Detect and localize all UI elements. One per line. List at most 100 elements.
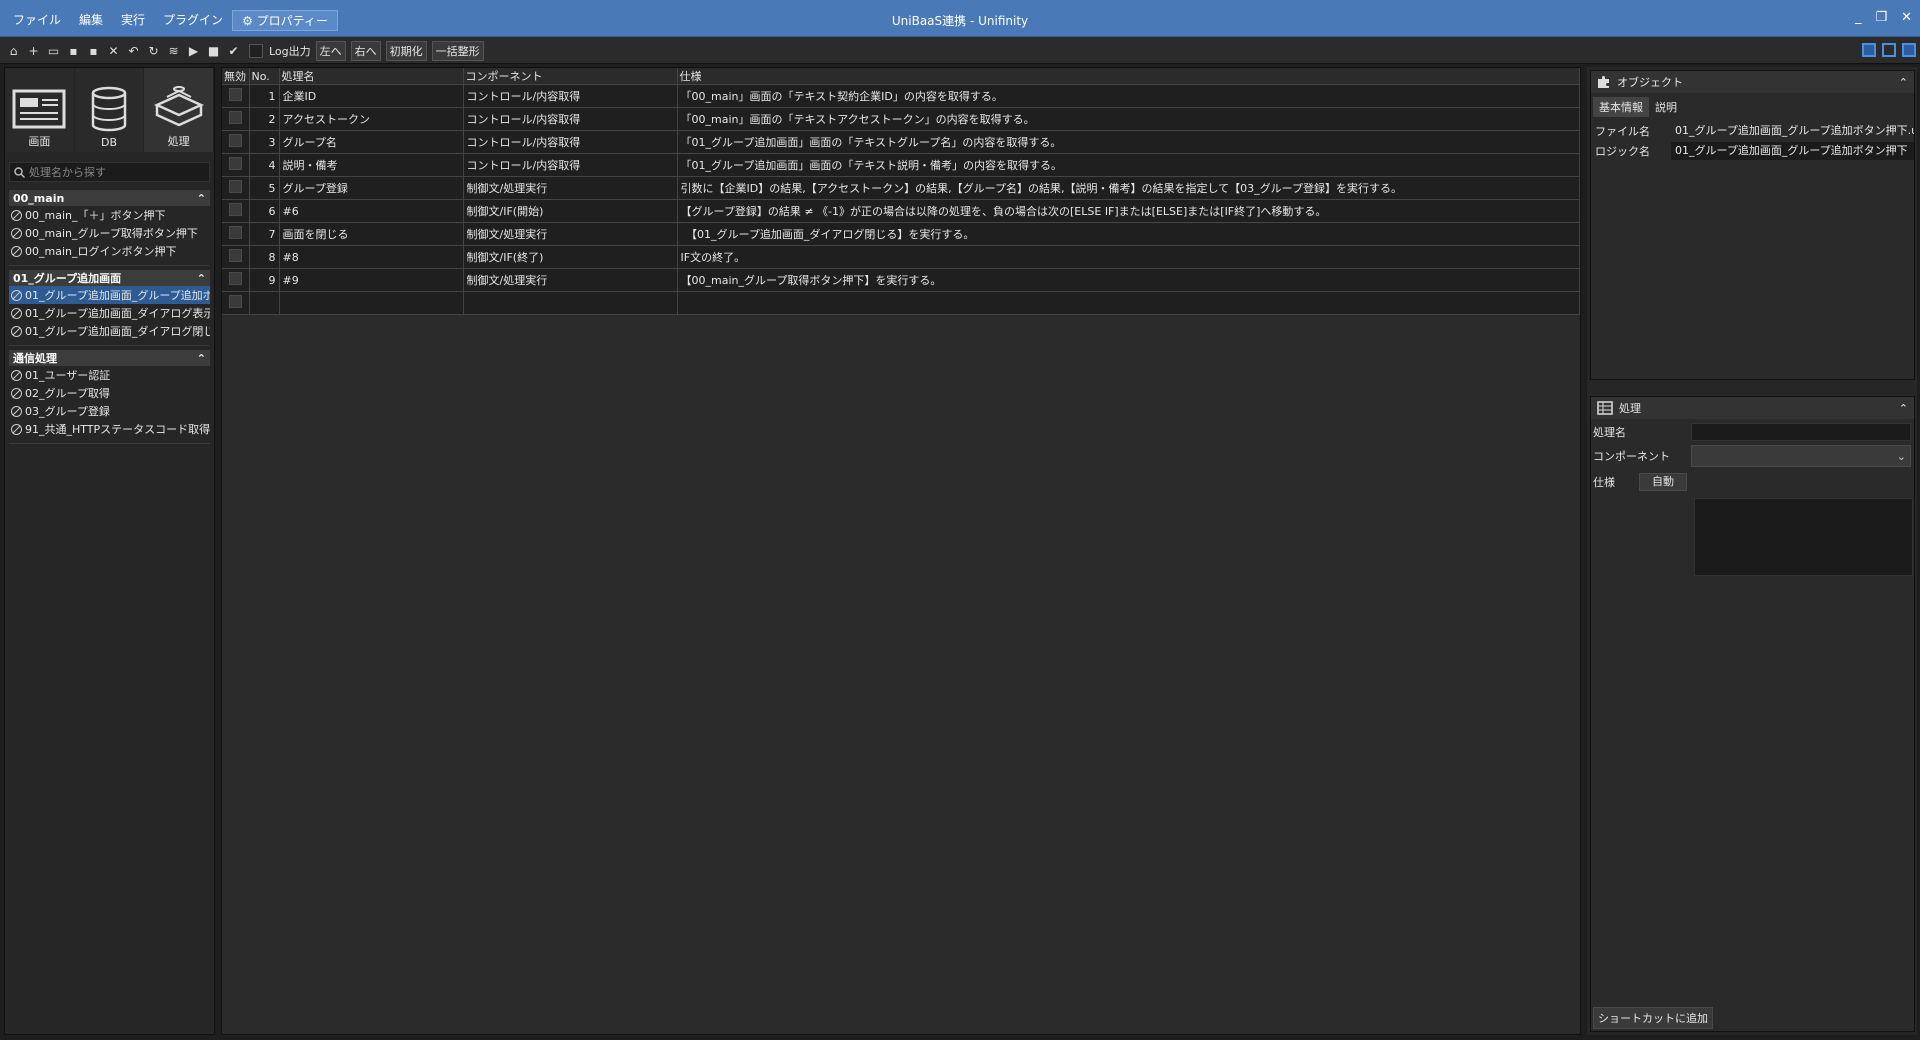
table-row[interactable]: 2 アクセストークン コントロール/内容取得 「00_main」画面の「テキストアクセ… xyxy=(222,107,1580,131)
row-component[interactable]: 制御文/IF(開始) xyxy=(463,199,678,223)
row-spec[interactable]: 引数に【企業ID】の結果,【アクセストークン】の結果,【グループ名】の結果,【説… xyxy=(677,176,1580,200)
tab-description[interactable]: 説明 xyxy=(1649,97,1683,117)
disabled-checkbox[interactable] xyxy=(228,111,242,124)
initialize-button[interactable]: 初期化 xyxy=(385,41,427,61)
row-spec[interactable]: 【01_グループ追加画面_ダイアログ閉じる】を実行する。 xyxy=(677,222,1580,246)
row-component[interactable]: コントロール/内容取得 xyxy=(463,107,678,131)
row-name[interactable]: 企業ID xyxy=(279,84,464,108)
list-item[interactable]: 00_main_「＋」ボタン押下 xyxy=(9,206,210,224)
row-component[interactable]: 制御文/処理実行 xyxy=(463,268,678,292)
row-component[interactable] xyxy=(463,291,678,315)
open-folder-icon[interactable]: ▭ xyxy=(45,43,62,60)
row-spec[interactable] xyxy=(677,291,1580,315)
minimize-icon[interactable]: _ xyxy=(1855,10,1862,25)
auto-button[interactable]: 自動 xyxy=(1639,473,1687,491)
row-name[interactable]: 画面を閉じる xyxy=(279,222,464,246)
table-row[interactable]: 5 グループ登録 制御文/処理実行 引数に【企業ID】の結果,【アクセストークン】の結… xyxy=(222,176,1580,200)
tab-basic-info[interactable]: 基本情報 xyxy=(1593,97,1649,117)
row-spec[interactable]: 【グループ登録】の結果 ≠ 《-1》が正の場合は以降の処理を、負の場合は次の[E… xyxy=(677,199,1580,223)
group-header-communication[interactable]: 通信処理 ⌃ xyxy=(9,350,210,366)
disabled-checkbox-cell[interactable] xyxy=(222,153,250,177)
row-name[interactable]: #8 xyxy=(279,245,464,269)
disabled-checkbox-cell[interactable] xyxy=(222,130,250,154)
list-item[interactable]: 00_main_ログインボタン押下 xyxy=(9,242,210,260)
list-item[interactable]: 01_グループ追加画面_ダイアログ閉じる xyxy=(9,322,210,340)
disabled-checkbox[interactable] xyxy=(228,272,242,285)
menu-edit[interactable]: 編集 xyxy=(70,10,112,31)
row-component[interactable]: コントロール/内容取得 xyxy=(463,84,678,108)
disabled-checkbox[interactable] xyxy=(228,249,242,262)
disabled-checkbox[interactable] xyxy=(228,203,242,216)
layout-right-icon[interactable] xyxy=(1902,43,1916,57)
row-spec[interactable]: 【00_main_グループ取得ボタン押下】を実行する。 xyxy=(677,268,1580,292)
table-row[interactable]: 8 #8 制御文/IF(終了) IF文の終了。 xyxy=(222,245,1580,269)
table-row[interactable]: 3 グループ名 コントロール/内容取得 「01_グループ追加画面」画面の「テキストグル… xyxy=(222,130,1580,154)
disabled-checkbox-cell[interactable] xyxy=(222,245,250,269)
table-row[interactable] xyxy=(222,291,1580,315)
list-item[interactable]: 02_グループ取得 xyxy=(9,384,210,402)
restore-icon[interactable]: ❐ xyxy=(1875,10,1887,25)
row-component[interactable]: 制御文/処理実行 xyxy=(463,222,678,246)
refresh-icon[interactable]: ↻ xyxy=(145,43,162,60)
save-all-icon[interactable]: ▪ xyxy=(85,43,102,60)
table-row[interactable]: 4 説明・備考 コントロール/内容取得 「01_グループ追加画面」画面の「テキスト説明… xyxy=(222,153,1580,177)
row-name[interactable]: グループ名 xyxy=(279,130,464,154)
chevron-up-icon[interactable]: ⌃ xyxy=(1899,402,1908,415)
disabled-checkbox[interactable] xyxy=(228,295,242,308)
row-name[interactable]: グループ登録 xyxy=(279,176,464,200)
row-component[interactable]: 制御文/IF(終了) xyxy=(463,245,678,269)
list-item[interactable]: 01_グループ追加画面_ダイアログ表示 xyxy=(9,304,210,322)
menu-property[interactable]: ⚙ プロパティー xyxy=(232,10,338,31)
list-item[interactable]: 01_ユーザー認証 xyxy=(9,366,210,384)
list-item[interactable]: 03_グループ登録 xyxy=(9,402,210,420)
disabled-checkbox-cell[interactable] xyxy=(222,176,250,200)
row-no[interactable]: 5 xyxy=(249,176,280,200)
disabled-checkbox-cell[interactable] xyxy=(222,268,250,292)
disabled-checkbox[interactable] xyxy=(228,157,242,170)
layout-left-icon[interactable] xyxy=(1862,43,1876,57)
table-row[interactable]: 1 企業ID コントロール/内容取得 「00_main」画面の「テキスト契約企業ID」… xyxy=(222,84,1580,108)
col-no[interactable]: No. xyxy=(249,68,280,85)
disabled-checkbox[interactable] xyxy=(228,180,242,193)
col-disabled[interactable]: 無効 xyxy=(222,68,250,85)
disabled-checkbox[interactable] xyxy=(228,88,242,101)
chevron-up-icon[interactable]: ⌃ xyxy=(197,272,206,285)
group-header-add-screen[interactable]: 01_グループ追加画面 ⌃ xyxy=(9,270,210,286)
check-icon[interactable]: ✔ xyxy=(225,43,242,60)
list-item[interactable]: 01_グループ追加画面_グループ追加ボ... xyxy=(9,286,210,304)
logic-name-field[interactable]: 01_グループ追加画面_グループ追加ボタン押下 xyxy=(1671,142,1914,160)
col-spec[interactable]: 仕様 xyxy=(677,68,1580,85)
row-no[interactable]: 4 xyxy=(249,153,280,177)
col-name[interactable]: 処理名 xyxy=(279,68,464,85)
row-spec[interactable]: 「00_main」画面の「テキストアクセストークン」の内容を取得する。 xyxy=(677,107,1580,131)
process-category-button[interactable]: 処理 xyxy=(144,68,215,152)
disabled-checkbox-cell[interactable] xyxy=(222,84,250,108)
delete-icon[interactable]: ✕ xyxy=(105,43,122,60)
row-component[interactable]: コントロール/内容取得 xyxy=(463,153,678,177)
row-name[interactable]: #6 xyxy=(279,199,464,223)
row-name[interactable]: #9 xyxy=(279,268,464,292)
list-item[interactable]: 00_main_グループ取得ボタン押下 xyxy=(9,224,210,242)
chevron-up-icon[interactable]: ⌃ xyxy=(197,192,206,205)
row-spec[interactable]: IF文の終了。 xyxy=(677,245,1580,269)
process-search-input[interactable]: 処理名から探す xyxy=(9,162,210,182)
add-icon[interactable]: + xyxy=(25,43,42,60)
process-panel-header[interactable]: 処理 ⌃ xyxy=(1591,397,1914,419)
close-icon[interactable]: ✕ xyxy=(1901,10,1912,25)
menu-run[interactable]: 実行 xyxy=(112,10,154,31)
process-name-input[interactable] xyxy=(1691,423,1911,441)
row-spec[interactable]: 「01_グループ追加画面」画面の「テキスト説明・備考」の内容を取得する。 xyxy=(677,153,1580,177)
row-component[interactable]: 制御文/処理実行 xyxy=(463,176,678,200)
row-no[interactable]: 6 xyxy=(249,199,280,223)
row-no[interactable]: 7 xyxy=(249,222,280,246)
row-name[interactable]: アクセストークン xyxy=(279,107,464,131)
stop-icon[interactable]: ■ xyxy=(205,43,222,60)
menu-plugin[interactable]: プラグイン xyxy=(154,10,232,31)
db-category-button[interactable]: DB xyxy=(75,68,145,152)
row-spec[interactable]: 「01_グループ追加画面」画面の「テキストグループ名」の内容を取得する。 xyxy=(677,130,1580,154)
home-icon[interactable]: ⌂ xyxy=(5,43,22,60)
group-header-main[interactable]: 00_main ⌃ xyxy=(9,190,210,206)
col-component[interactable]: コンポーネント xyxy=(463,68,678,85)
screen-category-button[interactable]: 画面 xyxy=(5,68,75,152)
chevron-up-icon[interactable]: ⌃ xyxy=(197,352,206,365)
